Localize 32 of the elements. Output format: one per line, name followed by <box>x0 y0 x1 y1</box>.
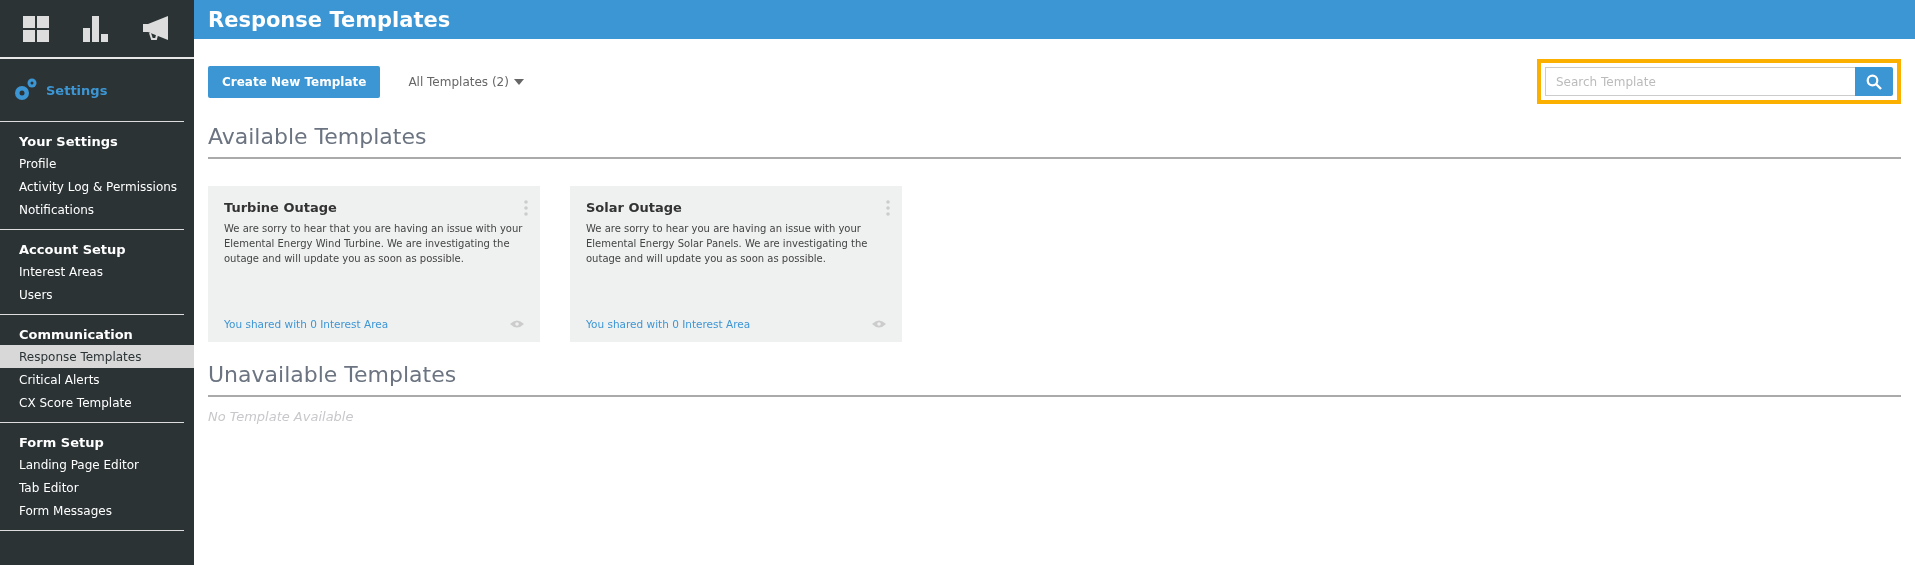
sidebar-item[interactable]: Notifications <box>0 198 194 221</box>
section-title: Available Templates <box>208 124 1901 159</box>
search-icon <box>1866 73 1882 90</box>
sidebar-item[interactable]: Landing Page Editor <box>0 453 194 476</box>
sidebar-item[interactable]: Interest Areas <box>0 260 194 283</box>
sidebar-item[interactable]: Form Messages <box>0 499 194 522</box>
bar-chart-icon[interactable] <box>83 15 109 42</box>
sidebar-item[interactable]: Tab Editor <box>0 476 194 499</box>
caret-icon <box>513 78 524 85</box>
sidebar-item[interactable]: Profile <box>0 152 194 175</box>
gears-icon <box>12 77 38 103</box>
search-button[interactable] <box>1855 67 1893 96</box>
filter-dropdown[interactable]: All Templates (2) <box>402 73 530 90</box>
section-heading: Communication <box>18 327 134 344</box>
sidebar-item[interactable]: Activity Log & Permissions <box>0 175 194 198</box>
card-title: Solar Outage <box>586 200 683 215</box>
dashboard-icon[interactable] <box>23 15 49 42</box>
section-title: Unavailable Templates <box>208 362 1901 397</box>
settings-label: Settings <box>46 82 108 98</box>
card-text: We are sorry to hear that you are having an issue with your Elemental Energy Wind Turbine. We are investigating the outage and will update you as soon as possible. <box>224 222 524 266</box>
sidebar-item[interactable]: Response Templates <box>0 345 194 368</box>
sidebar-item[interactable]: CX Score Template <box>0 391 194 414</box>
card-text: We are sorry to hear you are having an issue with your Elemental Energy Solar Panels. We are investigating the outage and will update you as soon as possible. <box>586 222 869 266</box>
megaphone-icon[interactable] <box>143 15 171 42</box>
section-heading: Form Setup <box>18 435 105 452</box>
section-heading: Account Setup <box>18 242 127 259</box>
section-heading: Your Settings <box>18 134 119 151</box>
sidebar-item[interactable]: Users <box>0 283 194 306</box>
card-title: Turbine Outage <box>224 200 338 215</box>
search-field[interactable]: Search Template <box>1545 67 1855 96</box>
sidebar-item[interactable]: Critical Alerts <box>0 368 194 391</box>
page-title: Response Templates <box>208 7 451 32</box>
